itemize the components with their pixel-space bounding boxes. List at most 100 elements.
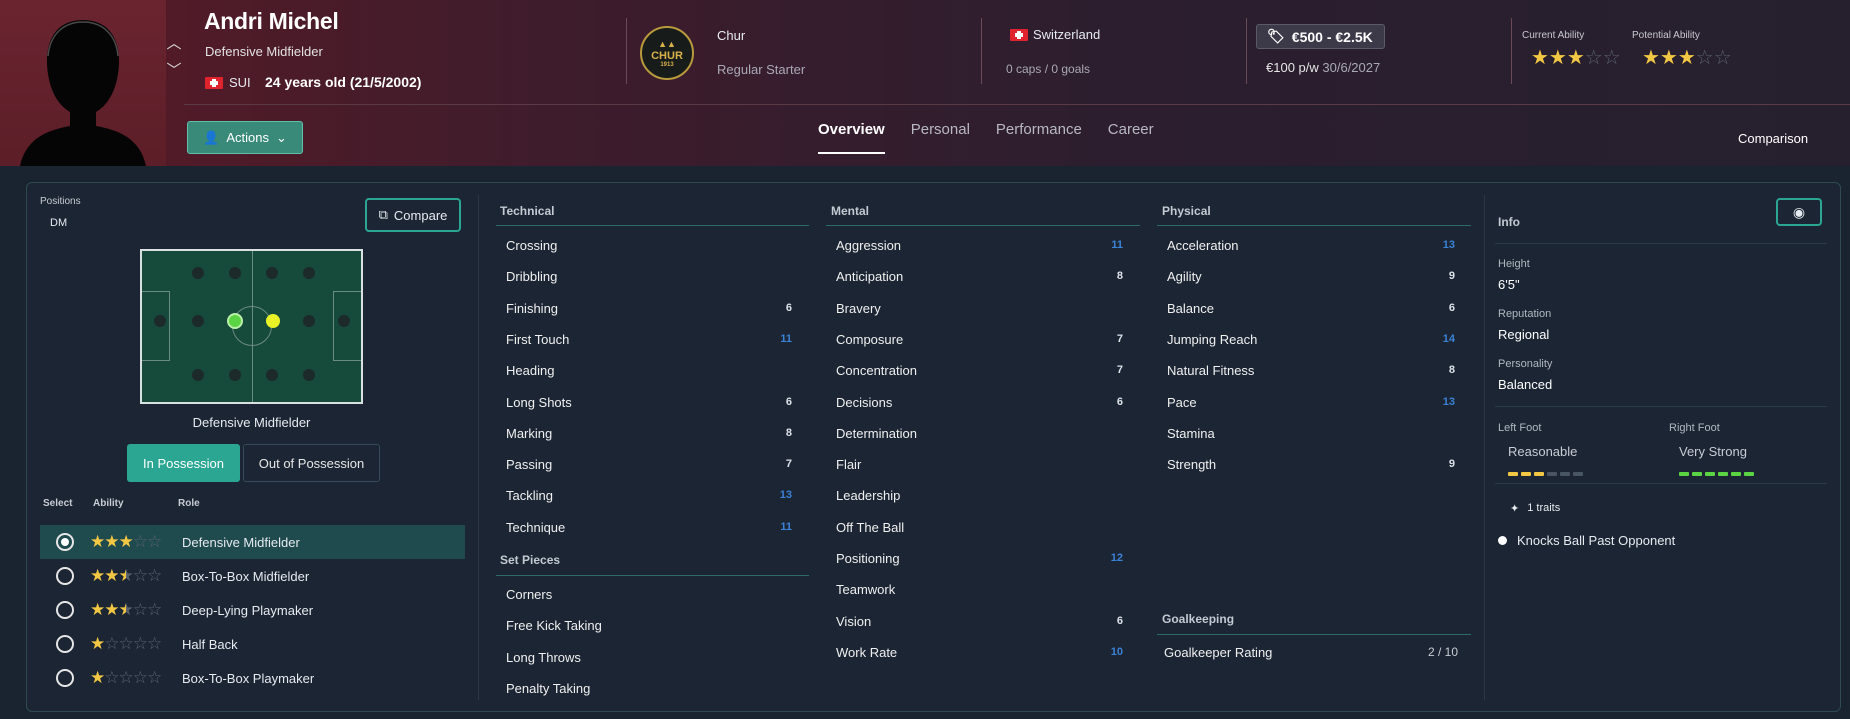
prev-player-icon[interactable]: ︿ xyxy=(164,30,184,57)
tab-personal[interactable]: Personal xyxy=(911,118,970,154)
divider xyxy=(1495,243,1827,244)
attribute-name[interactable]: Strength xyxy=(1167,457,1216,472)
traits-count[interactable]: ✦ 1 traits xyxy=(1510,502,1560,515)
player-nationality: SUI xyxy=(205,75,251,90)
pitch-position-dot[interactable] xyxy=(229,369,241,381)
profile-card-button[interactable]: ◉ xyxy=(1776,198,1822,226)
goalkeeper-rating-label[interactable]: Goalkeeper Rating xyxy=(1164,645,1272,660)
attribute-name[interactable]: Positioning xyxy=(836,551,900,566)
attribute-name[interactable]: Jumping Reach xyxy=(1167,332,1257,347)
foot-strength-segment xyxy=(1692,472,1702,476)
attribute-name[interactable]: Off The Ball xyxy=(836,520,904,535)
club-logo[interactable]: ▲▲ CHUR 1913 xyxy=(640,26,694,80)
attribute-name[interactable]: Balance xyxy=(1167,301,1214,316)
attribute-name[interactable]: Pace xyxy=(1167,395,1197,410)
attribute-value: 14 xyxy=(1442,332,1455,345)
attribute-name[interactable]: Agility xyxy=(1167,269,1202,284)
nation[interactable]: Switzerland xyxy=(1010,27,1100,42)
attribute-name[interactable]: First Touch xyxy=(506,332,569,347)
foot-strength-segment xyxy=(1508,472,1518,476)
attribute-value: 12 xyxy=(1110,552,1123,564)
actions-button[interactable]: 👤 Actions ⌄ xyxy=(187,121,303,154)
attribute-name[interactable]: Finishing xyxy=(506,301,558,316)
in-possession-button[interactable]: In Possession xyxy=(127,444,240,482)
attribute-name[interactable]: Flair xyxy=(836,457,861,472)
role-name: Half Back xyxy=(182,636,238,652)
role-radio[interactable] xyxy=(56,533,74,551)
transfer-value[interactable]: 🏷 €500 - €2.5K xyxy=(1256,24,1385,49)
wage-expiry: €100 p/w 30/6/2027 xyxy=(1266,60,1380,75)
attribute-value: 10 xyxy=(1110,645,1123,658)
attribute-name[interactable]: Aggression xyxy=(836,238,901,253)
pitch-position-dot[interactable] xyxy=(154,315,166,327)
attribute-name[interactable]: Vision xyxy=(836,614,871,629)
pitch-position-dot[interactable] xyxy=(338,315,350,327)
attribute-name[interactable]: Penalty Taking xyxy=(506,681,590,696)
attribute-name[interactable]: Tackling xyxy=(506,488,553,503)
attribute-name[interactable]: Work Rate xyxy=(836,645,897,660)
left-foot-value: Reasonable xyxy=(1508,444,1578,459)
pitch-position-dot[interactable] xyxy=(192,369,204,381)
attribute-name[interactable]: Technique xyxy=(506,520,565,535)
role-row[interactable]: ★★★☆☆ Box-To-Box Midfielder xyxy=(40,559,465,593)
pitch-position-dot[interactable] xyxy=(266,369,278,381)
attribute-name[interactable]: Acceleration xyxy=(1167,238,1239,253)
attribute-name[interactable]: Concentration xyxy=(836,363,917,378)
role-row[interactable]: ★☆☆☆☆ Half Back xyxy=(40,627,465,661)
role-radio[interactable] xyxy=(56,669,74,687)
pitch-position-dot[interactable] xyxy=(303,369,315,381)
pitch-position-dot[interactable] xyxy=(303,267,315,279)
attribute-name[interactable]: Decisions xyxy=(836,395,892,410)
pitch-position-dot[interactable] xyxy=(192,315,204,327)
natural-position-dot[interactable] xyxy=(227,313,243,329)
attribute-value: 8 xyxy=(785,426,792,439)
attribute-name[interactable]: Passing xyxy=(506,457,552,472)
attribute-name[interactable]: Stamina xyxy=(1167,426,1215,441)
tab-performance[interactable]: Performance xyxy=(996,118,1082,154)
roles-header-select: Select xyxy=(43,498,73,509)
trait-name: Knocks Ball Past Opponent xyxy=(1517,533,1676,548)
attribute-name[interactable]: Long Throws xyxy=(506,650,581,665)
pitch-position-dot[interactable] xyxy=(229,267,241,279)
attribute-name[interactable]: Dribbling xyxy=(506,269,557,284)
attribute-name[interactable]: Natural Fitness xyxy=(1167,363,1254,378)
attribute-name[interactable]: Heading xyxy=(506,363,554,378)
attribute-name[interactable]: Corners xyxy=(506,587,552,602)
attribute-name[interactable]: Leadership xyxy=(836,488,900,503)
role-ability-stars: ★★★☆☆ xyxy=(90,566,162,585)
nationality-code: SUI xyxy=(229,75,251,90)
role-name: Box-To-Box Playmaker xyxy=(182,670,315,686)
attribute-name[interactable]: Free Kick Taking xyxy=(506,618,602,633)
attribute-name[interactable]: Teamwork xyxy=(836,582,895,597)
compare-button[interactable]: ⧉ Compare xyxy=(365,198,461,232)
out-of-possession-button[interactable]: Out of Possession xyxy=(243,444,380,482)
club-name[interactable]: Chur xyxy=(717,28,745,43)
potential-ability-stars: ★★★☆☆ xyxy=(1642,47,1732,69)
attribute-name[interactable]: Crossing xyxy=(506,238,557,253)
pitch-position-dot[interactable] xyxy=(266,267,278,279)
role-ability-stars: ★★★☆☆ xyxy=(90,600,162,619)
role-row[interactable]: ★★★☆☆ Deep-Lying Playmaker xyxy=(40,593,465,627)
role-row[interactable]: ★★★☆☆ Defensive Midfielder xyxy=(40,525,465,559)
next-player-icon[interactable]: ﹀ xyxy=(164,57,184,84)
attribute-name[interactable]: Anticipation xyxy=(836,269,903,284)
divider xyxy=(1157,225,1471,226)
attribute-value: 11 xyxy=(1111,239,1123,251)
attribute-name[interactable]: Bravery xyxy=(836,301,881,316)
attribute-value: 7 xyxy=(1116,364,1123,377)
attribute-value: 7 xyxy=(785,458,792,471)
role-radio[interactable] xyxy=(56,635,74,653)
attribute-name[interactable]: Long Shots xyxy=(506,395,572,410)
tab-overview[interactable]: Overview xyxy=(818,118,885,154)
pitch-position-dot[interactable] xyxy=(303,315,315,327)
tab-career[interactable]: Career xyxy=(1108,118,1154,154)
accomplished-position-dot[interactable] xyxy=(266,314,280,328)
role-radio[interactable] xyxy=(56,601,74,619)
pitch-position-dot[interactable] xyxy=(192,267,204,279)
role-radio[interactable] xyxy=(56,567,74,585)
comparison-link[interactable]: Comparison xyxy=(1738,131,1808,146)
attribute-name[interactable]: Determination xyxy=(836,426,917,441)
attribute-name[interactable]: Marking xyxy=(506,426,552,441)
attribute-name[interactable]: Composure xyxy=(836,332,903,347)
role-row[interactable]: ★☆☆☆☆ Box-To-Box Playmaker xyxy=(40,661,465,695)
